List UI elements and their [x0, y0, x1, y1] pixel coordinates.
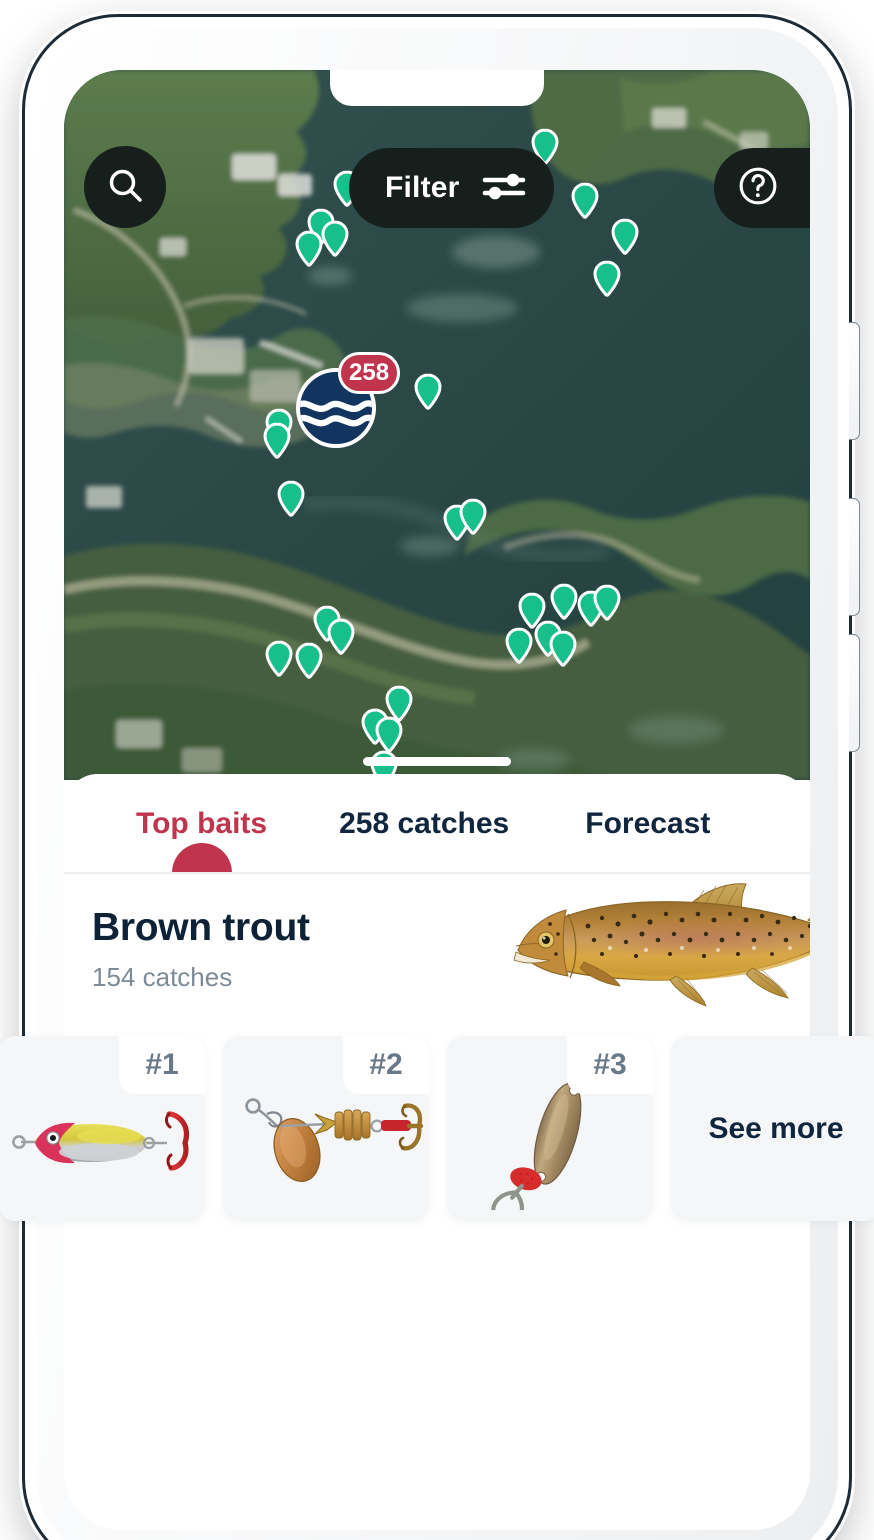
- bait-rank-badge: #3: [567, 1036, 653, 1094]
- map-pin[interactable]: [458, 498, 488, 536]
- see-more-label: See more: [708, 1111, 844, 1145]
- inline-spinner-lure: [223, 1080, 429, 1210]
- cluster-count-badge: 258: [338, 352, 401, 394]
- phone-side-button-volume-down[interactable]: [849, 634, 860, 752]
- home-indicator: [363, 757, 511, 766]
- bait-card[interactable]: #1: [0, 1036, 205, 1221]
- active-tab-indicator: [171, 843, 232, 873]
- tab-catches[interactable]: 258 catches: [339, 807, 509, 841]
- tab-top-baits[interactable]: Top baits: [136, 807, 268, 873]
- map-pin[interactable]: [610, 218, 640, 256]
- phone-screen: 258 Filter Top baits 258 catches Forecas…: [64, 70, 810, 1530]
- bait-rank-badge: #2: [343, 1036, 429, 1094]
- map-pin[interactable]: [549, 583, 579, 621]
- species-header: Brown trout 154 catches: [64, 874, 810, 1024]
- map-pin[interactable]: [294, 230, 324, 268]
- phone-side-button-silent[interactable]: [849, 322, 860, 440]
- tab-bar: Top baits 258 catches Forecast: [64, 774, 810, 874]
- map-pin[interactable]: [276, 480, 306, 518]
- map-pin[interactable]: [548, 630, 578, 668]
- tab-forecast[interactable]: Forecast: [585, 807, 710, 841]
- map-pin[interactable]: [264, 640, 294, 678]
- search-icon: [105, 165, 145, 210]
- see-more-button[interactable]: See more: [671, 1036, 874, 1221]
- catch-cluster-marker[interactable]: 258: [296, 352, 401, 448]
- map-pin[interactable]: [413, 373, 443, 411]
- map-pin[interactable]: [374, 716, 404, 754]
- map-pin[interactable]: [262, 422, 292, 460]
- jig-spoon-lure: [0, 1080, 205, 1210]
- screenshot-root: 258 Filter Top baits 258 catches Forecas…: [0, 0, 874, 1540]
- bait-rank-badge: #1: [119, 1036, 205, 1094]
- question-mark-circle-icon: [736, 164, 780, 213]
- top-baits-carousel[interactable]: #1 #2 #3 See more: [0, 1036, 874, 1221]
- filter-button[interactable]: Filter: [349, 148, 554, 228]
- phone-side-button-volume-up[interactable]: [849, 498, 860, 616]
- brown-trout-illustration: [490, 864, 810, 1024]
- phone-notch: [330, 70, 544, 106]
- bait-card[interactable]: #2: [223, 1036, 429, 1221]
- map-pin[interactable]: [592, 584, 622, 622]
- map-pin[interactable]: [570, 182, 600, 220]
- tab-label: Forecast: [585, 807, 711, 840]
- help-button[interactable]: [714, 148, 810, 228]
- map-pin[interactable]: [504, 627, 534, 665]
- map-pin[interactable]: [326, 618, 356, 656]
- sheet-empty-area: [64, 1291, 810, 1530]
- sliders-icon: [482, 169, 526, 208]
- map-view[interactable]: 258 Filter: [64, 70, 810, 780]
- bait-card[interactable]: #3: [447, 1036, 653, 1221]
- tab-label: 258 catches: [339, 807, 510, 840]
- casting-spoon-lure: [447, 1080, 653, 1210]
- tab-label: Top baits: [136, 807, 268, 840]
- map-pin[interactable]: [320, 220, 350, 258]
- filter-label: Filter: [385, 171, 460, 204]
- search-button[interactable]: [84, 146, 166, 228]
- map-pin[interactable]: [294, 642, 324, 680]
- map-pin[interactable]: [592, 260, 622, 298]
